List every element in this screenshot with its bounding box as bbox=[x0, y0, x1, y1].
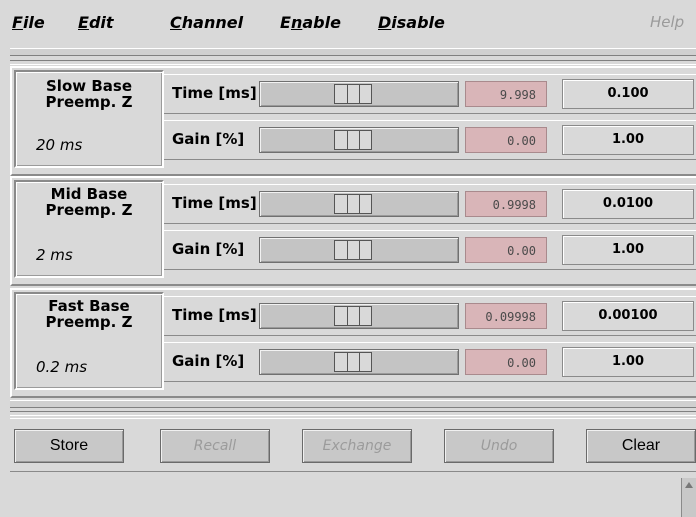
button-bar: Store Recall Exchange Undo Clear bbox=[10, 418, 696, 472]
menu-enable[interactable]: Enable bbox=[280, 13, 341, 32]
fast-base-gain-value[interactable]: 0.00 bbox=[465, 349, 547, 375]
mid-base-gain-number[interactable]: 1.00 bbox=[562, 235, 694, 265]
mid-base-time-row: Time [ms] 0.9998 0.0100 bbox=[164, 184, 696, 224]
menu-disable-mnemonic: D bbox=[378, 13, 392, 32]
exchange-button[interactable]: Exchange bbox=[302, 429, 412, 463]
menu-disable[interactable]: Disable bbox=[378, 13, 445, 32]
slow-base-gain-row: Gain [%] 0.00 1.00 bbox=[164, 120, 696, 160]
mid-base-time-number[interactable]: 0.0100 bbox=[562, 189, 694, 219]
menu-edit-label: dit bbox=[88, 13, 114, 32]
slow-base-gain-number[interactable]: 1.00 bbox=[562, 125, 694, 155]
slider-thumb[interactable] bbox=[334, 194, 372, 214]
mid-base-label-box: Mid Base Preemp. Z 2 ms bbox=[14, 180, 164, 278]
clear-button[interactable]: Clear bbox=[586, 429, 696, 463]
menu-disable-label: isable bbox=[391, 13, 445, 32]
fast-base-label-box: Fast Base Preemp. Z 0.2 ms bbox=[14, 292, 164, 390]
menu-file[interactable]: File bbox=[12, 13, 45, 32]
mid-base-time-slider[interactable] bbox=[259, 191, 459, 217]
mid-base-time-value[interactable]: 0.9998 bbox=[465, 191, 547, 217]
menu-bar: File Edit Channel Enable Disable Help bbox=[0, 0, 696, 42]
menu-edit[interactable]: Edit bbox=[78, 13, 114, 32]
gain-label: Gain [%] bbox=[172, 240, 245, 258]
fast-base-time-slider[interactable] bbox=[259, 303, 459, 329]
slow-base-time-row: Time [ms] 9.998 0.100 bbox=[164, 74, 696, 114]
menu-edit-mnemonic: E bbox=[78, 13, 89, 32]
menu-enable-label: able bbox=[302, 13, 341, 32]
menu-file-mnemonic: F bbox=[12, 13, 23, 32]
gain-label: Gain [%] bbox=[172, 352, 245, 370]
menu-enable-mnemonic: n bbox=[290, 13, 303, 32]
slow-base-time-slider[interactable] bbox=[259, 81, 459, 107]
time-label: Time [ms] bbox=[172, 84, 257, 102]
mid-base-gain-slider[interactable] bbox=[259, 237, 459, 263]
fast-base-gain-row: Gain [%] 0.00 1.00 bbox=[164, 342, 696, 382]
gain-label: Gain [%] bbox=[172, 130, 245, 148]
menu-enable-prefix: E bbox=[280, 13, 291, 32]
recall-button[interactable]: Recall bbox=[160, 429, 270, 463]
separator-bottom bbox=[10, 400, 696, 408]
slow-base-time-value[interactable]: 9.998 bbox=[465, 81, 547, 107]
store-button[interactable]: Store bbox=[14, 429, 124, 463]
slow-base-gain-slider[interactable] bbox=[259, 127, 459, 153]
mid-base-title: Mid Base Preemp. Z bbox=[45, 185, 133, 219]
slow-base-time-number[interactable]: 0.100 bbox=[562, 79, 694, 109]
separator-bottom-line bbox=[10, 411, 696, 416]
slow-base-title: Slow Base Preemp. Z bbox=[45, 77, 133, 111]
slider-thumb[interactable] bbox=[334, 306, 372, 326]
time-label: Time [ms] bbox=[172, 194, 257, 212]
fast-base-time-row: Time [ms] 0.09998 0.00100 bbox=[164, 296, 696, 336]
slider-thumb[interactable] bbox=[334, 352, 372, 372]
menu-channel[interactable]: Channel bbox=[170, 13, 243, 32]
slider-thumb[interactable] bbox=[334, 84, 372, 104]
slow-base-label-box: Slow Base Preemp. Z 20 ms bbox=[14, 70, 164, 168]
fast-base-title: Fast Base Preemp. Z bbox=[45, 297, 133, 331]
time-label: Time [ms] bbox=[172, 306, 257, 324]
menu-channel-label: hannel bbox=[181, 13, 244, 32]
slow-base-gain-value[interactable]: 0.00 bbox=[465, 127, 547, 153]
mid-base-gain-value[interactable]: 0.00 bbox=[465, 237, 547, 263]
slow-base-subtitle: 20 ms bbox=[36, 136, 83, 154]
slider-thumb[interactable] bbox=[334, 240, 372, 260]
undo-button[interactable]: Undo bbox=[444, 429, 554, 463]
menu-help[interactable]: Help bbox=[650, 13, 696, 31]
scroll-up-icon[interactable] bbox=[681, 478, 696, 517]
mid-base-subtitle: 2 ms bbox=[36, 246, 73, 264]
fast-base-gain-slider[interactable] bbox=[259, 349, 459, 375]
fast-base-time-number[interactable]: 0.00100 bbox=[562, 301, 694, 331]
slider-thumb[interactable] bbox=[334, 130, 372, 150]
menu-channel-mnemonic: C bbox=[170, 13, 182, 32]
fast-base-time-value[interactable]: 0.09998 bbox=[465, 303, 547, 329]
separator-top-line bbox=[10, 60, 696, 65]
fast-base-subtitle: 0.2 ms bbox=[36, 358, 88, 376]
fast-base-gain-number[interactable]: 1.00 bbox=[562, 347, 694, 377]
status-area bbox=[10, 474, 678, 517]
mid-base-gain-row: Gain [%] 0.00 1.00 bbox=[164, 230, 696, 270]
menu-file-label: ile bbox=[22, 13, 45, 32]
separator-top bbox=[10, 48, 696, 56]
